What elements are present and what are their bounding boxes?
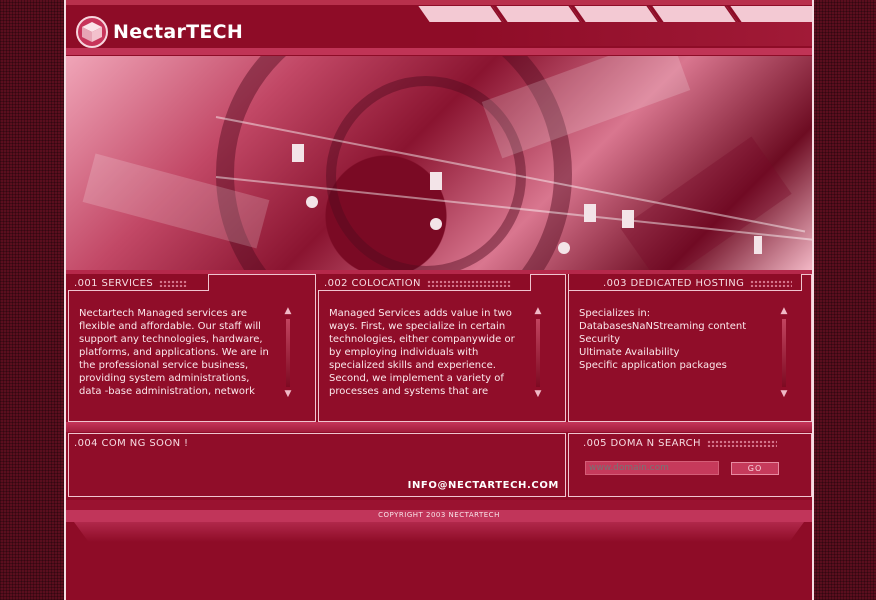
- copyright-text: COPYRIGHT 2003 NECTARTECH: [378, 511, 500, 519]
- colocation-panel: .002 COLOCATION Managed Services adds va…: [318, 274, 566, 422]
- panel-title: .001 SERVICES: [74, 278, 188, 289]
- chevron-up-icon[interactable]: ▲: [533, 307, 543, 316]
- header-top-stripe: [66, 0, 812, 5]
- domain-search-panel: .005 DOMA N SEARCH GO: [568, 433, 812, 497]
- banner-square: [754, 236, 762, 254]
- dots-decoration: [426, 279, 511, 287]
- hosting-line: Specializes in:: [579, 308, 651, 319]
- header-tab: [418, 6, 504, 22]
- dots-decoration: [159, 279, 188, 287]
- hosting-line: Ultimate Availability: [579, 347, 680, 358]
- panel-title: .002 COLOCATION: [324, 278, 511, 289]
- banner-square: [292, 144, 304, 162]
- scroll-track[interactable]: [536, 319, 540, 387]
- services-panel: .001 SERVICES Nectartech Managed service…: [68, 274, 316, 422]
- hosting-line: Security: [579, 334, 621, 345]
- header-bottom-stripe: [66, 48, 812, 55]
- colocation-scrollbar[interactable]: ▲ ▼: [533, 307, 543, 399]
- chevron-down-icon[interactable]: ▼: [283, 390, 293, 399]
- banner-square: [430, 172, 442, 190]
- services-title: .001 SERVICES: [74, 278, 154, 289]
- section-divider: [66, 422, 812, 432]
- header-tab-strip: [418, 6, 812, 22]
- banner-square: [622, 210, 634, 228]
- scroll-track[interactable]: [782, 319, 786, 387]
- chevron-down-icon[interactable]: ▼: [779, 390, 789, 399]
- header-tab: [574, 6, 660, 22]
- hosting-panel: .003 DEDICATED HOSTING Specializes in: D…: [568, 274, 812, 422]
- services-text: Nectartech Managed services are flexible…: [79, 308, 269, 397]
- header: NectarTECH: [66, 0, 812, 55]
- chevron-up-icon[interactable]: ▲: [283, 307, 293, 316]
- site-frame: NectarTECH .001 SERVICES Nectartech Mana…: [64, 0, 814, 600]
- hosting-title: .003 DEDICATED HOSTING: [603, 278, 745, 289]
- panel-title: .003 DEDICATED HOSTING: [603, 278, 793, 289]
- go-button[interactable]: GO: [731, 462, 779, 475]
- banner-dot: [558, 242, 570, 254]
- domain-search-input[interactable]: [585, 461, 719, 475]
- colocation-text: Managed Services adds value in two ways.…: [329, 308, 515, 397]
- footer-strip: [66, 500, 812, 510]
- cube-logo-icon[interactable]: [76, 16, 108, 48]
- header-tab: [730, 6, 812, 22]
- hosting-text: Specializes in: DatabasesNaNStreaming co…: [579, 307, 775, 372]
- domain-search-title: .005 DOMA N SEARCH: [583, 438, 701, 449]
- footer-decoration: [74, 522, 804, 542]
- banner-dot: [430, 218, 442, 230]
- header-gradient: [466, 22, 812, 46]
- panel-title: .005 DOMA N SEARCH: [583, 438, 777, 449]
- brand-name[interactable]: NectarTECH: [113, 21, 243, 43]
- banner-dot: [306, 196, 318, 208]
- dots-decoration: [750, 279, 793, 287]
- dots-decoration: [706, 439, 777, 447]
- chevron-down-icon[interactable]: ▼: [533, 390, 543, 399]
- scroll-track[interactable]: [286, 319, 290, 387]
- hosting-scrollbar[interactable]: ▲ ▼: [779, 307, 789, 399]
- hosting-line: Specific application packages: [579, 360, 727, 371]
- banner-shard: [620, 136, 792, 270]
- banner-square: [584, 204, 596, 222]
- header-tab: [496, 6, 582, 22]
- services-scrollbar[interactable]: ▲ ▼: [283, 307, 293, 399]
- header-tab: [652, 6, 738, 22]
- hero-banner: [66, 56, 812, 270]
- contact-email-link[interactable]: INFO@NECTARTECH.COM: [408, 480, 559, 491]
- coming-soon-title: .004 COM NG SOON !: [74, 438, 189, 449]
- colocation-title: .002 COLOCATION: [324, 278, 421, 289]
- hosting-line: DatabasesNaNStreaming content: [579, 321, 747, 332]
- chevron-up-icon[interactable]: ▲: [779, 307, 789, 316]
- coming-soon-panel: .004 COM NG SOON ! INFO@NECTARTECH.COM: [68, 433, 566, 497]
